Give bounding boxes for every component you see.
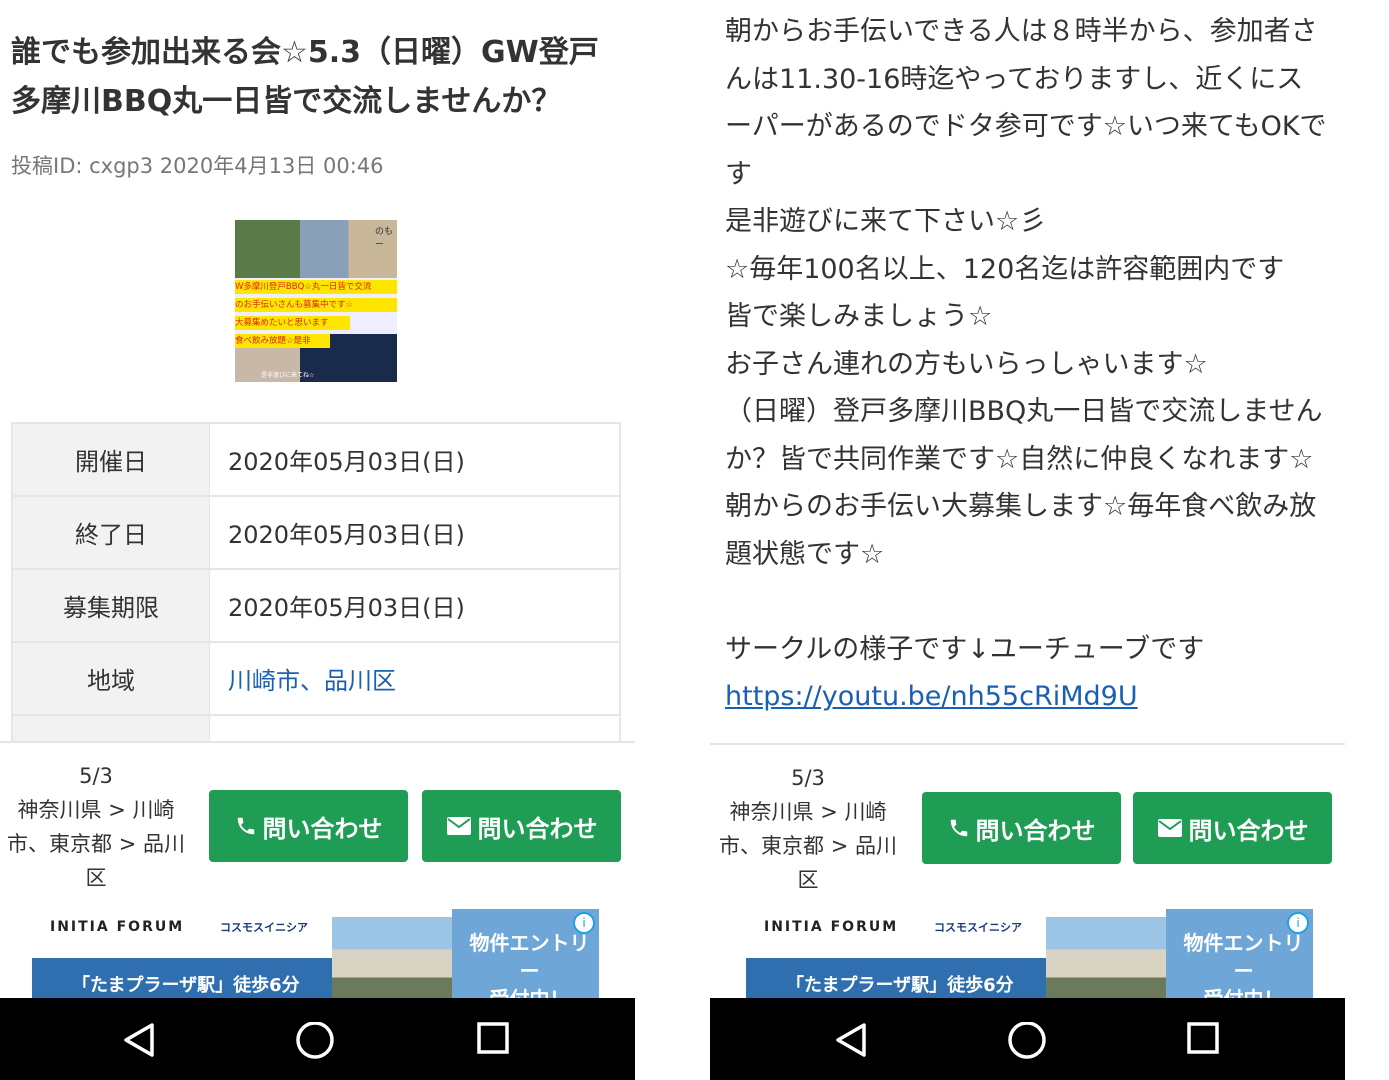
- ad-info-icon[interactable]: i: [1287, 912, 1309, 934]
- event-date: 5/3: [79, 764, 113, 788]
- flyer-strip: 大募集めたいと思います: [235, 316, 350, 330]
- ad-brand: INITIA FORUM: [764, 919, 899, 935]
- phone-contact-button[interactable]: 問い合わせ: [922, 792, 1121, 864]
- ad-entry-line: 物件エントリー: [1183, 931, 1304, 983]
- post-meta: 投稿ID: cxgp3 2020年4月13日 00:46: [11, 154, 384, 178]
- row-label: 地域: [12, 642, 210, 716]
- flyer-mascot-text: のもー: [375, 227, 394, 250]
- event-date: 5/3: [791, 766, 825, 790]
- ad-brand-secondary: コスモスイニシア: [220, 921, 308, 934]
- home-circle-icon[interactable]: [295, 1022, 335, 1062]
- flyer-caption: 是非遊びに来てね☆: [261, 372, 315, 379]
- back-triangle-icon[interactable]: [834, 1022, 868, 1058]
- ad-station-text: 「たまプラーザ駅」徒歩6分: [72, 975, 300, 996]
- bottom-action-bar: 5/3 神奈川県 > 川崎市、東京都 > 品川区 問い合わせ 問い合わせ: [0, 741, 635, 908]
- phone-button-label: 問い合わせ: [975, 816, 1096, 845]
- mail-button-label: 問い合わせ: [1188, 816, 1309, 845]
- mail-contact-button[interactable]: 問い合わせ: [422, 790, 621, 862]
- ad-building-photo: [332, 917, 452, 998]
- flyer-photos: [235, 220, 397, 278]
- android-nav-bar: [0, 998, 635, 1080]
- ad-info-icon[interactable]: i: [573, 912, 595, 934]
- right-screen: 朝からお手伝いできる人は８時半から、参加者さんは11.30-16時迄やっておりま…: [710, 0, 1345, 1080]
- ad-brand-secondary: コスモスイニシア: [934, 921, 1022, 934]
- event-description: 朝からお手伝いできる人は８時半から、参加者さんは11.30-16時迄やっておりま…: [725, 8, 1330, 721]
- flyer-strip: W多摩川登戸BBQ☆丸一日皆で交流: [235, 280, 397, 294]
- phone-button-label: 問い合わせ: [262, 814, 383, 843]
- ad-building-photo: [1046, 917, 1166, 998]
- event-location: 神奈川県 > 川崎市、東京都 > 品川区: [719, 800, 897, 892]
- row-label: 募集期限: [12, 569, 210, 643]
- phone-icon: [235, 815, 257, 837]
- youtube-link[interactable]: https://youtu.be/nh55cRiMd9U: [725, 681, 1138, 712]
- ad-entry-line: 物件エントリー: [469, 931, 590, 983]
- ad-banner[interactable]: INITIA FORUM コスモスイニシア 「たまプラーザ駅」徒歩6分 物件エン…: [746, 909, 1313, 998]
- location-summary: 5/3 神奈川県 > 川崎市、東京都 > 品川区: [712, 761, 904, 897]
- location-summary: 5/3 神奈川県 > 川崎市、東京都 > 品川区: [0, 759, 192, 895]
- region-link[interactable]: 川崎市、品川区: [209, 642, 620, 716]
- event-flyer-image[interactable]: のもー W多摩川登戸BBQ☆丸一日皆で交流 のお手伝いさんも募集中です☆ 大募集…: [235, 220, 397, 382]
- table-row: 開催日 2020年05月03日(日): [12, 423, 620, 497]
- mail-button-label: 問い合わせ: [477, 814, 598, 843]
- row-label: 開催日: [12, 423, 210, 497]
- ad-entry-line: 受付中！: [1176, 985, 1311, 998]
- mail-icon: [446, 816, 472, 836]
- android-nav-bar: [710, 998, 1345, 1080]
- ad-entry-line: 受付中！: [462, 985, 597, 998]
- back-triangle-icon[interactable]: [122, 1022, 156, 1058]
- ad-entry-text: 物件エントリー 受付中！: [1176, 929, 1311, 998]
- event-info-table: 開催日 2020年05月03日(日) 終了日 2020年05月03日(日) 募集…: [11, 422, 621, 789]
- row-value: 2020年05月03日(日): [209, 423, 620, 497]
- ad-banner[interactable]: INITIA FORUM コスモスイニシア 「たまプラーザ駅」徒歩6分 物件エン…: [32, 909, 599, 998]
- row-value: 2020年05月03日(日): [209, 496, 620, 570]
- recents-square-icon[interactable]: [477, 1022, 509, 1054]
- post-title: 誰でも参加出来る会☆5.3（日曜）GW登戸多摩川BBQ丸一日皆で交流しませんか？: [11, 35, 599, 119]
- row-label: 終了日: [12, 496, 210, 570]
- home-circle-icon[interactable]: [1007, 1022, 1047, 1062]
- phone-contact-button[interactable]: 問い合わせ: [209, 790, 408, 862]
- ad-brand: INITIA FORUM: [50, 919, 185, 935]
- flyer-strip: 食べ飲み放題☆是非: [235, 334, 330, 348]
- table-row: 終了日 2020年05月03日(日): [12, 496, 620, 570]
- ad-station-text: 「たまプラーザ駅」徒歩6分: [786, 975, 1014, 996]
- table-row: 地域 川崎市、品川区: [12, 642, 620, 716]
- event-location: 神奈川県 > 川崎市、東京都 > 品川区: [7, 798, 185, 890]
- mail-icon: [1157, 818, 1183, 838]
- recents-square-icon[interactable]: [1187, 1022, 1219, 1054]
- description-text: 朝からお手伝いできる人は８時半から、参加者さんは11.30-16時迄やっておりま…: [725, 16, 1327, 665]
- row-value: 2020年05月03日(日): [209, 569, 620, 643]
- phone-icon: [948, 817, 970, 839]
- table-row: 募集期限 2020年05月03日(日): [12, 569, 620, 643]
- ad-entry-text: 物件エントリー 受付中！: [462, 929, 597, 998]
- bottom-action-bar: 5/3 神奈川県 > 川崎市、東京都 > 品川区 問い合わせ 問い合わせ: [710, 743, 1345, 910]
- left-screen: 誰でも参加出来る会☆5.3（日曜）GW登戸多摩川BBQ丸一日皆で交流しませんか？…: [0, 0, 635, 1080]
- flyer-strip: のお手伝いさんも募集中です☆: [235, 298, 397, 312]
- mail-contact-button[interactable]: 問い合わせ: [1133, 792, 1332, 864]
